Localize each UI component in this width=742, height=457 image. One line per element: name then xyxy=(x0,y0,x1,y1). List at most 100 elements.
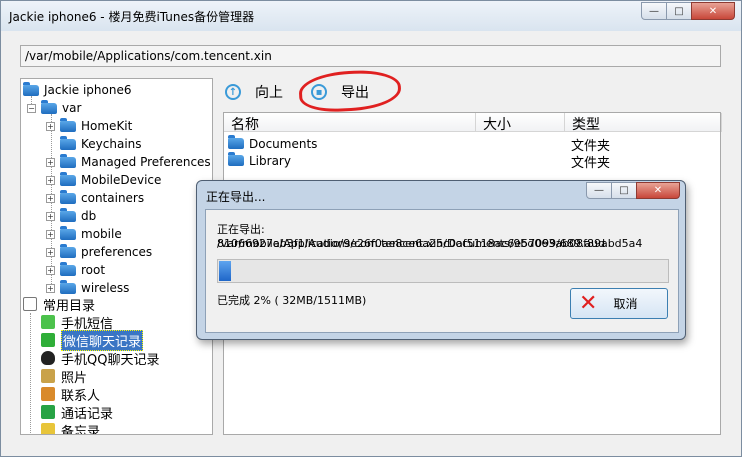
minimize-button[interactable]: — xyxy=(641,2,667,20)
category-label: 联系人 xyxy=(61,388,101,404)
tree-node-homekit[interactable]: + HomeKit xyxy=(46,117,132,135)
arrow-up-icon: ↑ xyxy=(225,84,241,100)
dialog-caption-buttons: — □ ✕ xyxy=(586,182,680,199)
collapse-icon[interactable]: − xyxy=(27,103,36,113)
tree-node-label: MobileDevice xyxy=(81,173,162,187)
expand-icon[interactable]: + xyxy=(46,265,55,275)
tree-node-root[interactable]: Jackie iphone6 xyxy=(23,81,132,99)
up-button-label: 向上 xyxy=(255,85,283,101)
folder-icon xyxy=(60,189,76,204)
expand-icon[interactable]: + xyxy=(46,157,55,167)
maximize-button[interactable]: □ xyxy=(666,2,692,20)
tree-node-keychains[interactable]: Keychains xyxy=(60,135,142,153)
expand-icon[interactable]: + xyxy=(46,247,55,257)
folder-open-icon xyxy=(23,81,39,96)
tree-node-db[interactable]: + db xyxy=(46,207,96,225)
tree-node-label: preferences xyxy=(81,245,153,259)
export-progress-dialog: 正在导出... — □ ✕ 正在导出: /var/mobile/Applicat… xyxy=(196,180,686,340)
close-icon: ✕ xyxy=(708,5,718,17)
category-label: 通话记录 xyxy=(61,406,114,422)
category-calls[interactable]: 通话记录 xyxy=(41,403,114,422)
category-label: 手机QQ聊天记录 xyxy=(61,352,160,368)
dialog-body: 正在导出: /var/mobile/Applications/com.tence… xyxy=(205,209,679,333)
column-header-name[interactable]: 名称 xyxy=(224,113,476,133)
qq-penguin-icon xyxy=(41,351,55,365)
progress-text: 已完成 2% ( 32MB/1511MB) xyxy=(217,294,367,307)
export-status-line2: 81066927ab3f1/Audio/9e26f0ae8ce6a25c0af5… xyxy=(217,237,606,250)
path-field[interactable]: /var/mobile/Applications/com.tencent.xin xyxy=(20,45,721,67)
category-photos[interactable]: 照片 xyxy=(41,367,88,386)
list-item-type: 文件夹 xyxy=(571,156,611,171)
window-title: Jackie iphone6 - 楼月免费iTunes备份管理器 xyxy=(9,10,255,24)
up-button[interactable]: ↑ 向上 xyxy=(225,82,283,102)
sms-icon xyxy=(41,315,55,329)
cancel-button[interactable]: ✕ 取消 xyxy=(570,288,668,319)
category-qq[interactable]: 手机QQ聊天记录 xyxy=(41,349,160,368)
category-sms[interactable]: 手机短信 xyxy=(41,313,113,332)
expand-icon[interactable]: + xyxy=(46,193,55,203)
tree-node-label: root xyxy=(81,263,106,277)
tree-node-mobile[interactable]: + mobile xyxy=(46,225,122,243)
maximize-icon: □ xyxy=(674,5,684,17)
cancel-button-label: 取消 xyxy=(613,297,638,311)
expand-icon[interactable]: + xyxy=(46,121,55,131)
minimize-icon: — xyxy=(594,185,604,196)
folder-icon xyxy=(60,135,76,150)
close-icon: ✕ xyxy=(653,185,663,196)
folder-icon xyxy=(60,117,76,132)
folder-icon xyxy=(60,171,76,186)
contacts-icon xyxy=(41,387,55,401)
list-item-name: Documents xyxy=(249,136,318,151)
folder-icon xyxy=(60,153,76,168)
expand-icon[interactable]: + xyxy=(46,229,55,239)
tree-node-mobiledevice[interactable]: + MobileDevice xyxy=(46,171,161,189)
dialog-close-button[interactable]: ✕ xyxy=(636,182,680,199)
tree-node-label: containers xyxy=(81,191,145,205)
category-wechat[interactable]: 微信聊天记录 xyxy=(41,329,144,351)
expand-icon[interactable]: + xyxy=(46,283,55,293)
tree-node-var[interactable]: − var xyxy=(27,99,81,117)
category-label: 备忘录 xyxy=(61,424,101,435)
phone-icon xyxy=(41,405,55,419)
tree-node-label: Managed Preferences xyxy=(81,155,211,169)
tree-node-label: var xyxy=(62,101,82,115)
tree-node-root-dir[interactable]: + root xyxy=(46,261,105,279)
column-header-type[interactable]: 类型 xyxy=(565,113,722,133)
list-item-name-cell: Documents xyxy=(228,135,317,152)
dialog-title: 正在导出... xyxy=(206,190,266,204)
red-annotation-circle xyxy=(298,68,402,114)
expand-icon[interactable]: + xyxy=(46,175,55,185)
expand-icon[interactable]: + xyxy=(46,211,55,221)
folder-tree[interactable]: Jackie iphone6 − var + HomeKit Keychains… xyxy=(20,78,213,435)
column-header-size[interactable]: 大小 xyxy=(476,113,565,133)
categories-header-label: 常用目录 xyxy=(43,298,96,314)
category-contacts[interactable]: 联系人 xyxy=(41,385,101,404)
category-label: 微信聊天记录 xyxy=(61,329,144,351)
category-label: 照片 xyxy=(61,370,88,386)
minimize-icon: — xyxy=(649,5,659,17)
progress-fill xyxy=(219,261,231,281)
list-item-type: 文件夹 xyxy=(571,139,611,154)
tree-node-managed-preferences[interactable]: + Managed Preferences xyxy=(46,153,211,171)
tree-node-label: Keychains xyxy=(81,137,142,151)
camera-icon xyxy=(41,369,55,383)
folder-icon xyxy=(60,243,76,258)
dialog-maximize-button[interactable]: □ xyxy=(611,182,637,199)
folder-open-icon xyxy=(41,99,57,114)
categories-header[interactable]: 常用目录 xyxy=(23,295,96,314)
tree-node-preferences[interactable]: + preferences xyxy=(46,243,152,261)
tree-node-label: Jackie iphone6 xyxy=(44,83,132,97)
folder-icon xyxy=(60,261,76,276)
folder-icon xyxy=(60,225,76,240)
dialog-minimize-button[interactable]: — xyxy=(586,182,612,199)
cancel-x-icon: ✕ xyxy=(579,290,598,316)
folder-icon xyxy=(60,207,76,222)
tree-node-containers[interactable]: + containers xyxy=(46,189,144,207)
tree-node-label: db xyxy=(81,209,97,223)
notes-icon xyxy=(41,423,55,434)
title-bar: Jackie iphone6 - 楼月免费iTunes备份管理器 — □ ✕ xyxy=(1,1,741,31)
close-button[interactable]: ✕ xyxy=(691,2,735,20)
category-notes[interactable]: 备忘录 xyxy=(41,421,101,435)
wechat-icon xyxy=(41,333,55,347)
list-item-name-cell: Library xyxy=(228,152,291,169)
